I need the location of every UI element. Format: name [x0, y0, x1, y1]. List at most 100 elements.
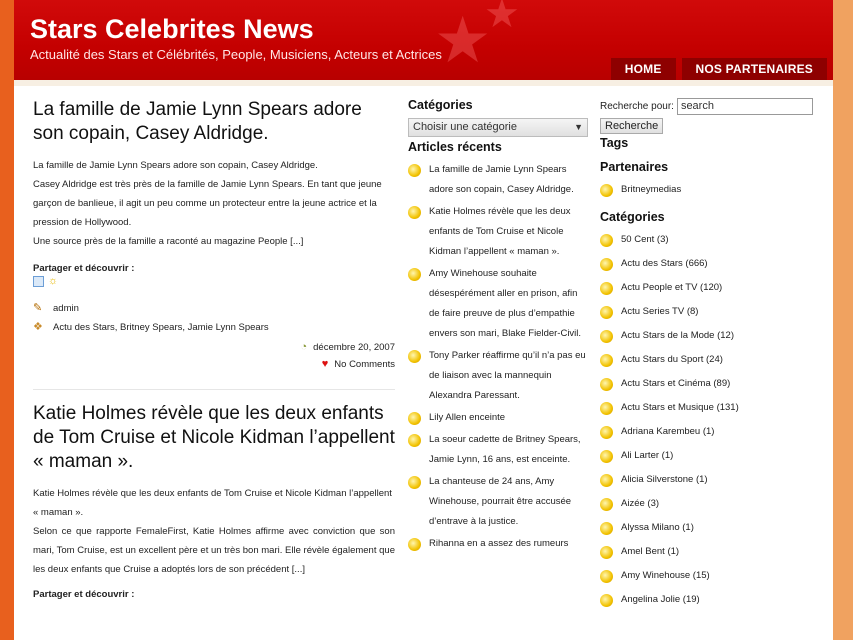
category-item: Actu Stars et Cinéma (89) — [600, 374, 815, 394]
recent-article-link[interactable]: La soeur cadette de Britney Spears, Jami… — [429, 430, 588, 470]
post: La famille de Jamie Lynn Spears adore so… — [33, 98, 395, 373]
partner-item: Britneymedias — [600, 180, 815, 200]
partners-heading: Partenaires — [600, 160, 669, 174]
bullet-icon — [600, 378, 613, 391]
post: Katie Holmes révèle que les deux enfants… — [33, 402, 395, 600]
sidebar-right: Recherche pour: search Recherche Tags Pa… — [600, 98, 815, 614]
main-column: La famille de Jamie Lynn Spears adore so… — [33, 98, 395, 600]
post-date-block: ◔ décembre 20, 2007 ♥ No Comments — [33, 339, 395, 373]
recent-articles-list: La famille de Jamie Lynn Spears adore so… — [408, 160, 588, 554]
category-item: Actu des Stars (666) — [600, 254, 815, 274]
category-item-link[interactable]: Ali Larter (1) — [621, 446, 673, 466]
post-author[interactable]: admin — [53, 299, 79, 318]
calendar-icon: ◔ — [300, 341, 308, 353]
partners-list: Britneymedias — [600, 180, 815, 200]
category-item-link[interactable]: Alicia Silverstone (1) — [621, 470, 708, 490]
recent-article: La soeur cadette de Britney Spears, Jami… — [408, 430, 588, 470]
category-item: Alicia Silverstone (1) — [600, 470, 815, 490]
bullet-icon — [600, 498, 613, 511]
recent-article: Tony Parker réaffirme qu’il n’a pas eu d… — [408, 346, 588, 406]
post-paragraph: Selon ce que rapporte FemaleFirst, Katie… — [33, 526, 395, 575]
category-item-link[interactable]: 50 Cent (3) — [621, 230, 669, 250]
category-item: Actu Stars et Musique (131) — [600, 398, 815, 418]
star-decoration-icon: ★ — [484, 0, 520, 36]
category-item-link[interactable]: Actu des Stars (666) — [621, 254, 708, 274]
search-button[interactable]: Recherche — [600, 118, 664, 134]
category-item: Actu People et TV (120) — [600, 278, 815, 298]
category-item-link[interactable]: Amel Bent (1) — [621, 542, 679, 562]
bullet-icon — [408, 538, 421, 551]
category-item-link[interactable]: Actu Stars et Musique (131) — [621, 398, 739, 418]
page-content: La famille de Jamie Lynn Spears adore so… — [14, 80, 833, 640]
left-border — [0, 0, 14, 640]
share-icons: ☼ — [33, 276, 395, 287]
recent-article-link[interactable]: Rihanna en a assez des rumeurs — [429, 534, 568, 554]
bullet-icon — [600, 450, 613, 463]
bullet-icon — [600, 306, 613, 319]
recent-article-link[interactable]: Amy Winehouse souhaite désespérément all… — [429, 264, 588, 344]
post-date: décembre 20, 2007 — [313, 342, 395, 353]
post-body: La famille de Jamie Lynn Spears adore so… — [33, 156, 395, 251]
site-tagline: Actualité des Stars et Célébrités, Peopl… — [30, 47, 442, 62]
right-border — [833, 0, 853, 640]
category-item-link[interactable]: Actu Stars du Sport (24) — [621, 350, 723, 370]
tags-heading: Tags — [600, 136, 629, 150]
site-title[interactable]: Stars Celebrites News — [30, 14, 314, 45]
category-item: 50 Cent (3) — [600, 230, 815, 250]
sidebar-left: Catégories Choisir une catégorie ▼ Artic… — [408, 98, 588, 556]
comments-heart-icon: ♥ — [321, 358, 329, 370]
post-title[interactable]: La famille de Jamie Lynn Spears adore so… — [33, 98, 395, 146]
bullet-icon — [408, 412, 421, 425]
share-digg-icon[interactable] — [33, 276, 44, 287]
bullet-icon — [600, 184, 613, 197]
category-item-link[interactable]: Adriana Karembeu (1) — [621, 422, 714, 442]
bullet-icon — [600, 402, 613, 415]
main-nav: HOME NOS PARTENAIRES — [610, 58, 827, 80]
category-item: Alyssa Milano (1) — [600, 518, 815, 538]
bullet-icon — [600, 330, 613, 343]
bullet-icon — [600, 234, 613, 247]
recent-article: Amy Winehouse souhaite désespérément all… — [408, 264, 588, 344]
partner-item-link[interactable]: Britneymedias — [621, 180, 681, 200]
post-paragraph: Casey Aldridge est très près de la famil… — [33, 179, 382, 228]
recent-article-link[interactable]: La chanteuse de 24 ans, Amy Winehouse, p… — [429, 472, 588, 532]
post-title[interactable]: Katie Holmes révèle que les deux enfants… — [33, 402, 395, 474]
post-comments-link[interactable]: No Comments — [334, 359, 395, 370]
recent-article-link[interactable]: Lily Allen enceinte — [429, 408, 505, 428]
category-item-link[interactable]: Actu People et TV (120) — [621, 278, 722, 298]
share-label: Partager et découvrir : — [33, 589, 135, 600]
recent-article: La chanteuse de 24 ans, Amy Winehouse, p… — [408, 472, 588, 532]
bullet-icon — [600, 522, 613, 535]
search-form: Recherche pour: search — [600, 98, 815, 115]
recent-articles-heading: Articles récents — [408, 140, 502, 154]
chevron-down-icon: ▼ — [574, 122, 583, 132]
category-select[interactable]: Choisir une catégorie ▼ — [408, 118, 588, 137]
bullet-icon — [600, 594, 613, 607]
recent-article: Lily Allen enceinte — [408, 408, 588, 428]
search-label: Recherche pour: — [600, 101, 674, 112]
search-input[interactable]: search — [676, 98, 813, 115]
category-item: Actu Series TV (8) — [600, 302, 815, 322]
nav-home[interactable]: HOME — [610, 58, 676, 80]
category-item-link[interactable]: Amy Winehouse (15) — [621, 566, 710, 586]
category-item-link[interactable]: Actu Stars et Cinéma (89) — [621, 374, 730, 394]
recent-article-link[interactable]: La famille de Jamie Lynn Spears adore so… — [429, 160, 588, 200]
category-item-link[interactable]: Alyssa Milano (1) — [621, 518, 694, 538]
category-item: Amy Winehouse (15) — [600, 566, 815, 586]
recent-article-link[interactable]: Tony Parker réaffirme qu’il n’a pas eu d… — [429, 346, 588, 406]
star-decoration-icon: ★ — [434, 4, 492, 76]
bullet-icon — [600, 354, 613, 367]
post-categories[interactable]: Actu des Stars, Britney Spears, Jamie Ly… — [53, 318, 293, 337]
recent-article: Rihanna en a assez des rumeurs — [408, 534, 588, 554]
post-separator — [33, 389, 395, 390]
category-item-link[interactable]: Angelina Jolie (19) — [621, 590, 700, 610]
category-item-link[interactable]: Actu Series TV (8) — [621, 302, 698, 322]
category-item: Angelina Jolie (19) — [600, 590, 815, 610]
category-item: Aizée (3) — [600, 494, 815, 514]
nav-partenaires[interactable]: NOS PARTENAIRES — [681, 58, 827, 80]
category-item: Adriana Karembeu (1) — [600, 422, 815, 442]
category-item-link[interactable]: Aizée (3) — [621, 494, 659, 514]
recent-article-link[interactable]: Katie Holmes révèle que les deux enfants… — [429, 202, 588, 262]
category-item-link[interactable]: Actu Stars de la Mode (12) — [621, 326, 734, 346]
share-star-icon[interactable]: ☼ — [48, 276, 59, 287]
